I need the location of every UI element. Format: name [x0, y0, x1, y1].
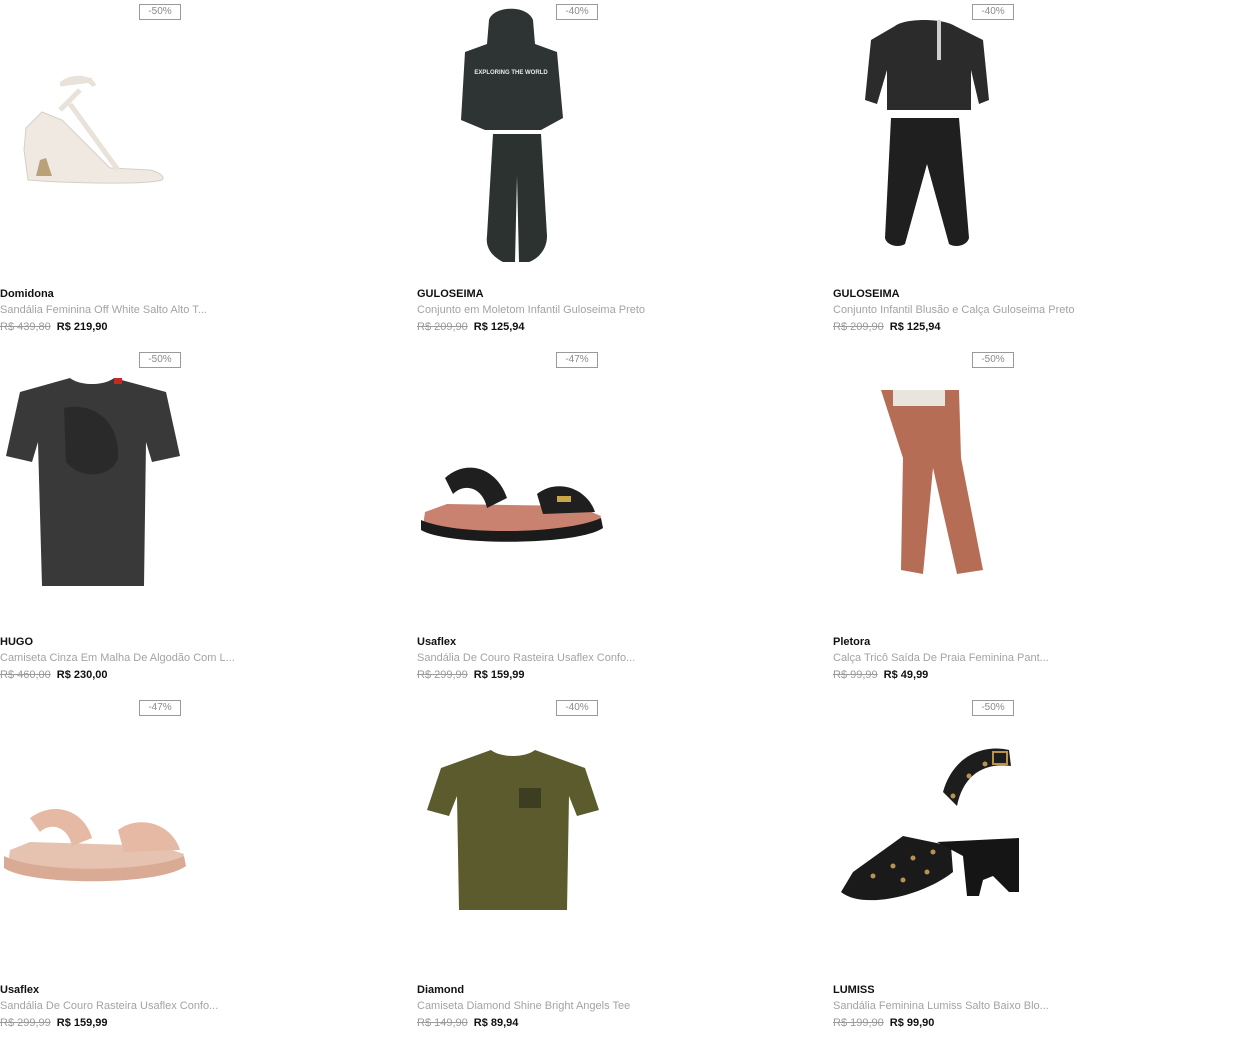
product-prices: R$ 439,80 R$ 219,90	[0, 321, 108, 333]
old-price: R$ 149,90	[417, 1017, 468, 1029]
current-price: R$ 99,90	[889, 1017, 935, 1029]
product-brand: HUGO	[0, 636, 33, 648]
old-price: R$ 199,90	[833, 1017, 884, 1029]
product-prices: R$ 199,90 R$ 99,90	[833, 1017, 934, 1029]
old-price: R$ 99,99	[833, 669, 878, 681]
product-image[interactable]: EXPLORING THE WORLD	[417, 0, 617, 275]
discount-badge: -50%	[139, 4, 181, 20]
discount-badge: -50%	[139, 352, 181, 368]
current-price: R$ 49,99	[883, 669, 929, 681]
product-card[interactable]: -47% Usaflex Sandália De Couro Rasteira …	[417, 348, 797, 688]
product-title[interactable]: Sandália De Couro Rasteira Usaflex Confo…	[0, 1000, 218, 1012]
product-brand: GULOSEIMA	[417, 288, 484, 300]
old-price: R$ 460,00	[0, 669, 51, 681]
product-card[interactable]: -50% Pletora Calça Tricô Saída De Praia …	[833, 348, 1213, 688]
old-price: R$ 299,99	[417, 669, 468, 681]
product-title[interactable]: Sandália De Couro Rasteira Usaflex Confo…	[417, 652, 635, 664]
product-image[interactable]	[0, 696, 200, 971]
product-prices: R$ 460,00 R$ 230,00	[0, 669, 108, 681]
product-image[interactable]	[0, 0, 200, 275]
product-card[interactable]: EXPLORING THE WORLD -40% GULOSEIMA Conju…	[417, 0, 797, 340]
product-card[interactable]: -50% Domidona Sandália Feminina Off Whit…	[0, 0, 380, 340]
product-title[interactable]: Camiseta Diamond Shine Bright Angels Tee	[417, 1000, 630, 1012]
product-title[interactable]: Sandália Feminina Lumiss Salto Baixo Blo…	[833, 1000, 1049, 1012]
discount-badge: -40%	[972, 4, 1014, 20]
product-card[interactable]: -50% LUMISS Sandália Feminina Lumiss Sal…	[833, 696, 1213, 1036]
product-image[interactable]	[417, 696, 617, 971]
old-price: R$ 209,90	[833, 321, 884, 333]
old-price: R$ 439,80	[0, 321, 51, 333]
product-image[interactable]	[833, 348, 1033, 623]
product-image[interactable]	[833, 696, 1033, 971]
current-price: R$ 125,94	[473, 321, 525, 333]
product-card[interactable]: -50% HUGO Camiseta Cinza Em Malha De Alg…	[0, 348, 380, 688]
product-title[interactable]: Sandália Feminina Off White Salto Alto T…	[0, 304, 207, 316]
current-price: R$ 159,99	[56, 1017, 108, 1029]
product-prices: R$ 299,99 R$ 159,99	[417, 669, 525, 681]
discount-badge: -40%	[556, 700, 598, 716]
product-brand: GULOSEIMA	[833, 288, 900, 300]
product-brand: Usaflex	[0, 984, 40, 996]
current-price: R$ 159,99	[473, 669, 525, 681]
product-brand: Diamond	[417, 984, 465, 996]
old-price: R$ 209,90	[417, 321, 468, 333]
product-title[interactable]: Conjunto Infantil Blusão e Calça Gulosei…	[833, 304, 1075, 316]
product-title[interactable]: Camiseta Cinza Em Malha De Algodão Com L…	[0, 652, 235, 664]
product-prices: R$ 149,90 R$ 89,94	[417, 1017, 518, 1029]
product-brand: LUMISS	[833, 984, 875, 996]
product-prices: R$ 299,99 R$ 159,99	[0, 1017, 108, 1029]
product-card[interactable]: -47% Usaflex Sandália De Couro Rasteira …	[0, 696, 380, 1036]
old-price: R$ 299,99	[0, 1017, 51, 1029]
product-grid: -50% Domidona Sandália Feminina Off Whit…	[0, 0, 1250, 1043]
product-card[interactable]: -40% Diamond Camiseta Diamond Shine Brig…	[417, 696, 797, 1036]
current-price: R$ 230,00	[56, 669, 108, 681]
product-image[interactable]	[0, 348, 200, 623]
product-brand: Pletora	[833, 636, 871, 648]
discount-badge: -47%	[139, 700, 181, 716]
product-title[interactable]: Conjunto em Moletom Infantil Guloseima P…	[417, 304, 645, 316]
discount-badge: -40%	[556, 4, 598, 20]
product-card[interactable]: -40% GULOSEIMA Conjunto Infantil Blusão …	[833, 0, 1213, 340]
product-title[interactable]: Calça Tricô Saída De Praia Feminina Pant…	[833, 652, 1049, 664]
product-brand: Usaflex	[417, 636, 457, 648]
product-prices: R$ 209,90 R$ 125,94	[417, 321, 525, 333]
current-price: R$ 89,94	[473, 1017, 519, 1029]
print-text: EXPLORING THE WORLD	[474, 70, 548, 76]
product-prices: R$ 209,90 R$ 125,94	[833, 321, 941, 333]
current-price: R$ 125,94	[889, 321, 941, 333]
product-prices: R$ 99,99 R$ 49,99	[833, 669, 928, 681]
discount-badge: -47%	[556, 352, 598, 368]
product-image[interactable]	[417, 348, 617, 623]
product-image[interactable]	[833, 0, 1033, 275]
product-brand: Domidona	[0, 288, 54, 300]
current-price: R$ 219,90	[56, 321, 108, 333]
discount-badge: -50%	[972, 352, 1014, 368]
discount-badge: -50%	[972, 700, 1014, 716]
